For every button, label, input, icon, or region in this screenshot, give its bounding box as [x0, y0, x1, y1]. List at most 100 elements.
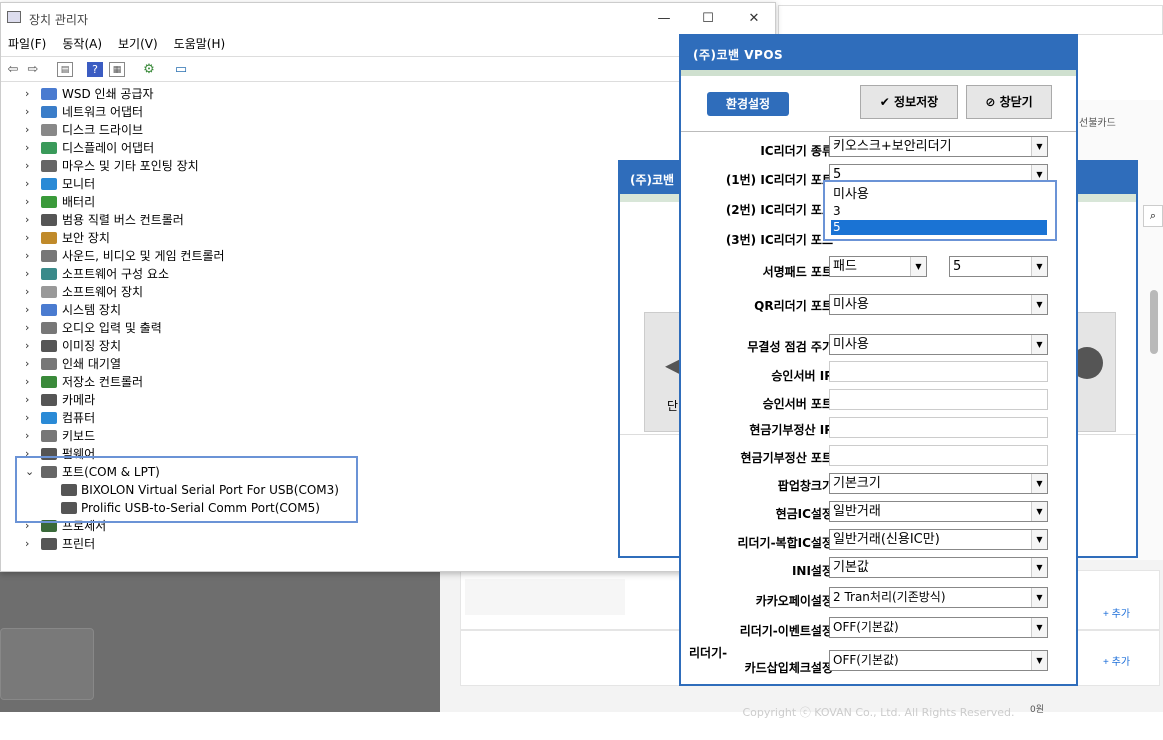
qr-port-select[interactable]: 미사용 ▼	[829, 294, 1048, 315]
close-button-label: 창닫기	[999, 95, 1033, 109]
tree-node-label: 컴퓨터	[62, 411, 96, 425]
tree-node[interactable]: › 마우스 및 기타 포인팅 장치	[1, 157, 661, 175]
tree-node[interactable]: › 디스플레이 어댑터	[1, 139, 661, 157]
system-device-icon	[41, 304, 57, 316]
dropdown-option[interactable]: 미사용	[831, 187, 1047, 202]
cash-ic-select[interactable]: 일반거래 ▼	[829, 501, 1048, 522]
menu-action[interactable]: 동작(A)	[62, 33, 102, 55]
forward-icon[interactable]: ⇨	[25, 62, 41, 77]
add-link[interactable]: + 추가	[1103, 653, 1130, 668]
tree-node[interactable]: › 오디오 입력 및 출력	[1, 319, 661, 337]
tree-node[interactable]: › 사운드, 비디오 및 게임 컨트롤러	[1, 247, 661, 265]
disk-drive-icon	[41, 124, 57, 136]
env-settings-tab[interactable]: 환경설정	[707, 92, 789, 116]
chevron-right-icon[interactable]: ›	[25, 409, 29, 427]
help-icon[interactable]: ?	[87, 62, 103, 77]
integrity-select[interactable]: 미사용 ▼	[829, 334, 1048, 355]
software-device-icon	[41, 286, 57, 298]
tree-node[interactable]: › 컴퓨터	[1, 409, 661, 427]
approval-port-input[interactable]	[829, 389, 1048, 410]
back-icon[interactable]: ⇦	[5, 62, 21, 77]
menu-help[interactable]: 도움말(H)	[174, 33, 226, 55]
save-button[interactable]: ✔ 정보저장	[860, 85, 958, 119]
reader-complex-select[interactable]: 일반거래(신용IC만) ▼	[829, 529, 1048, 550]
chevron-right-icon[interactable]: ›	[25, 247, 29, 265]
maximize-button[interactable]: ☐	[685, 7, 731, 31]
chevron-right-icon[interactable]: ›	[25, 391, 29, 409]
dropdown-option[interactable]: 3	[831, 204, 1047, 219]
tree-node-label: 소프트웨어 장치	[62, 285, 144, 299]
reader-complex-label: 리더기-복합IC설정	[737, 536, 833, 550]
chevron-down-icon: ▼	[1031, 618, 1047, 637]
tree-node[interactable]: › 저장소 컨트롤러	[1, 373, 661, 391]
chevron-right-icon[interactable]: ›	[25, 373, 29, 391]
tree-node[interactable]: › 소프트웨어 구성 요소	[1, 265, 661, 283]
properties-icon[interactable]: ▤	[57, 62, 73, 77]
popup-size-select[interactable]: 기본크기 ▼	[829, 473, 1048, 494]
sign-pad-port-select[interactable]: 5 ▼	[949, 256, 1048, 277]
chevron-right-icon[interactable]: ›	[25, 211, 29, 229]
kakao-select[interactable]: 2 Tran처리(기존방식) ▼	[829, 587, 1048, 608]
tree-node[interactable]: › 배터리	[1, 193, 661, 211]
tree-node[interactable]: › 소프트웨어 장치	[1, 283, 661, 301]
chevron-right-icon[interactable]: ›	[25, 175, 29, 193]
approval-ip-input[interactable]	[829, 361, 1048, 382]
card-insert-select[interactable]: OFF(기본값) ▼	[829, 650, 1048, 671]
tree-node[interactable]: › 네트워크 어댑터	[1, 103, 661, 121]
tree-node[interactable]: › 키보드	[1, 427, 661, 445]
tree-node[interactable]: › 카메라	[1, 391, 661, 409]
tree-node[interactable]: › 프린터	[1, 535, 661, 553]
close-button[interactable]: ✕	[731, 7, 777, 31]
chevron-right-icon[interactable]: ›	[25, 337, 29, 355]
tree-node[interactable]: › 디스크 드라이브	[1, 121, 661, 139]
ic-type-select[interactable]: 키오스크+보안리더기 ▼	[829, 136, 1048, 157]
chevron-down-icon: ▼	[1031, 335, 1047, 354]
vpos-title: (주)코밴 VPOS	[693, 48, 784, 62]
scan-hardware-icon[interactable]: ⚙	[141, 62, 157, 77]
vpos-body: 환경설정 ✔ 정보저장 ⊘ 창닫기 IC리더기 종류 키오스크+보안리더기 ▼ (…	[681, 70, 1076, 719]
scrollbar-thumb[interactable]	[1150, 290, 1158, 354]
add-link[interactable]: + 추가	[1103, 605, 1130, 620]
ini-select[interactable]: 기본값 ▼	[829, 557, 1048, 578]
menu-file[interactable]: 파일(F)	[8, 33, 46, 55]
chevron-right-icon[interactable]: ›	[25, 319, 29, 337]
close-window-button[interactable]: ⊘ 창닫기	[966, 85, 1052, 119]
menu-view[interactable]: 보기(V)	[118, 33, 158, 55]
chevron-down-icon: ▼	[1031, 295, 1047, 314]
tree-node-label: 키보드	[62, 429, 96, 443]
sign-pad-select[interactable]: 패드 ▼	[829, 256, 927, 277]
chevron-right-icon[interactable]: ›	[25, 193, 29, 211]
chevron-right-icon[interactable]: ›	[25, 301, 29, 319]
tree-node[interactable]: › 보안 장치	[1, 229, 661, 247]
chevron-down-icon: ▼	[1031, 558, 1047, 577]
cash-ip-input[interactable]	[829, 417, 1048, 438]
chevron-right-icon[interactable]: ›	[25, 85, 29, 103]
reader-event-select[interactable]: OFF(기본값) ▼	[829, 617, 1048, 638]
tree-node[interactable]: › 이미징 장치	[1, 337, 661, 355]
tree-node[interactable]: › WSD 인쇄 공급자	[1, 85, 661, 103]
chevron-right-icon[interactable]: ›	[25, 283, 29, 301]
dropdown-option-selected[interactable]: 5	[831, 220, 1047, 235]
chevron-right-icon[interactable]: ›	[25, 535, 29, 553]
menu-bar: 파일(F) 동작(A) 보기(V) 도움말(H)	[1, 33, 775, 55]
chevron-right-icon[interactable]: ›	[25, 139, 29, 157]
chevron-right-icon[interactable]: ›	[25, 265, 29, 283]
chevron-right-icon[interactable]: ›	[25, 229, 29, 247]
audio-icon	[41, 322, 57, 334]
tree-node[interactable]: › 모니터	[1, 175, 661, 193]
chevron-right-icon[interactable]: ›	[25, 355, 29, 373]
view-icon[interactable]: ▦	[109, 62, 125, 77]
minimize-button[interactable]: —	[641, 7, 687, 31]
device-manager-titlebar: 장치 관리자 — ☐ ✕	[1, 3, 775, 33]
tree-node-label: 보안 장치	[62, 231, 110, 245]
chevron-right-icon[interactable]: ›	[25, 103, 29, 121]
chevron-right-icon[interactable]: ›	[25, 427, 29, 445]
tree-node[interactable]: › 인쇄 대기열	[1, 355, 661, 373]
chevron-right-icon[interactable]: ›	[25, 121, 29, 139]
tree-node[interactable]: › 시스템 장치	[1, 301, 661, 319]
monitor-icon[interactable]: ▭	[173, 62, 189, 77]
chevron-right-icon[interactable]: ›	[25, 157, 29, 175]
cash-port-input[interactable]	[829, 445, 1048, 466]
search-icon[interactable]: ⌕	[1143, 205, 1163, 227]
tree-node[interactable]: › 범용 직렬 버스 컨트롤러	[1, 211, 661, 229]
